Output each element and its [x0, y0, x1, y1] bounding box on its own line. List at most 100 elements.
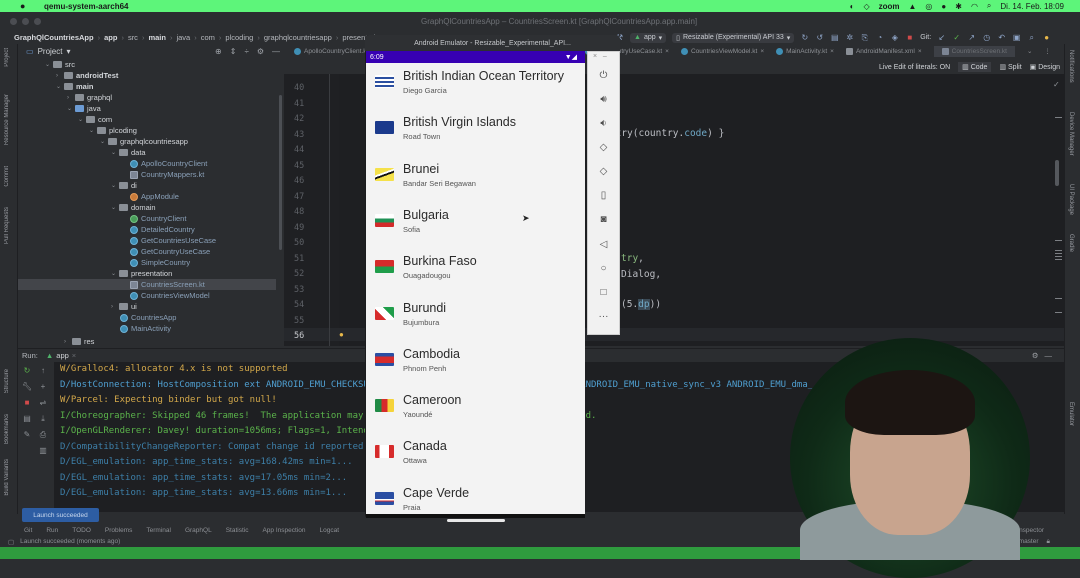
hide-icon[interactable]: —: [1045, 351, 1053, 360]
tree-item[interactable]: AppModule: [130, 191, 179, 202]
stripe-commit[interactable]: Commit: [4, 166, 10, 187]
code-line[interactable]: (5.dp)): [621, 299, 661, 310]
launch-toast[interactable]: Launch succeeded: [22, 508, 99, 522]
country-list-item[interactable]: Burkina Faso Ouagadougou: [366, 250, 585, 296]
breadcrumb-item[interactable]: plcoding: [225, 33, 253, 42]
git-commit-icon[interactable]: ✓: [952, 33, 961, 42]
tab-countries-screen[interactable]: CountriesScreen.kt: [933, 45, 1015, 57]
close-dot[interactable]: [10, 18, 17, 25]
minimize-dot[interactable]: [22, 18, 29, 25]
stop-icon[interactable]: ■: [22, 398, 32, 407]
rerun-icon[interactable]: ↻: [22, 366, 32, 375]
stripe-resource-manager[interactable]: Resource Manager: [4, 94, 10, 145]
down-icon[interactable]: +: [38, 382, 48, 391]
tree-item[interactable]: ⌄ java: [67, 103, 101, 114]
status-message[interactable]: Launch succeeded (moments ago): [20, 538, 120, 545]
rerun-icon[interactable]: ↻: [800, 33, 809, 42]
up-icon[interactable]: ↑: [38, 366, 48, 375]
country-list-item[interactable]: Cameroon Yaoundé: [366, 389, 585, 435]
design-mode-button[interactable]: ▣ Design: [1030, 63, 1060, 71]
gear-icon[interactable]: ⚙: [257, 47, 264, 56]
tree-item[interactable]: GetCountriesUseCase: [130, 235, 216, 246]
tree-item[interactable]: › androidTest: [56, 70, 118, 81]
print-icon[interactable]: ⎙: [38, 430, 48, 440]
breadcrumb-item[interactable]: src: [128, 33, 138, 42]
run-tab-app[interactable]: ▲ app ×: [46, 351, 76, 360]
collapse-all-icon[interactable]: ÷: [244, 47, 248, 56]
hide-icon[interactable]: —: [272, 47, 280, 56]
camera-icon[interactable]: ◙: [588, 214, 619, 225]
country-list-item[interactable]: Cape Verde Praia: [366, 482, 585, 514]
scroll-end-icon[interactable]: ⤓: [38, 414, 48, 424]
more-icon[interactable]: ···: [588, 311, 619, 322]
profile-icon[interactable]: ◔: [875, 33, 884, 42]
search-icon[interactable]: ⌕: [1027, 33, 1036, 42]
tree-item[interactable]: CountriesApp: [120, 312, 176, 323]
tab-apollo-country-client[interactable]: ApolloCountryClient.kt: [294, 47, 368, 55]
device-manager-icon[interactable]: ▣: [1012, 33, 1021, 42]
tree-item[interactable]: MainActivity: [120, 323, 171, 334]
stripe-build-variants[interactable]: Build Variants: [4, 459, 10, 496]
volume-down-icon[interactable]: 🔉︎: [588, 118, 619, 129]
wifi-icon[interactable]: ◠: [971, 2, 978, 11]
git-push-icon[interactable]: ↗: [967, 33, 976, 42]
tree-item[interactable]: DetailedCountry: [130, 224, 195, 235]
country-list-item[interactable]: Burundi Bujumbura: [366, 297, 585, 343]
tool-run[interactable]: Run: [46, 527, 58, 534]
tree-item[interactable]: CountryClient: [130, 213, 186, 224]
status-icon[interactable]: ●: [941, 2, 946, 11]
home-indicator[interactable]: [447, 519, 505, 522]
country-list-item[interactable]: British Indian Ocean Territory Diego Garc…: [366, 65, 585, 111]
tree-item[interactable]: SimpleCountry: [130, 257, 190, 268]
stripe-project[interactable]: Project: [4, 48, 10, 67]
chevron-down-icon[interactable]: ⌄: [1027, 47, 1032, 55]
tab-main-activity[interactable]: MainActivity.kt ×: [776, 47, 834, 55]
lightbulb-icon[interactable]: ●: [339, 330, 344, 339]
breadcrumb-item[interactable]: java: [176, 33, 190, 42]
attach-icon[interactable]: ⎘: [860, 33, 869, 42]
tree-item[interactable]: › ui: [111, 301, 137, 312]
coverage-icon[interactable]: ◈: [890, 33, 899, 42]
chevron-down-icon[interactable]: ▾: [66, 47, 70, 56]
tab-countries-view-model[interactable]: CountriesViewModel.kt ×: [680, 47, 764, 55]
country-list-item[interactable]: Cambodia Phnom Penh: [366, 343, 585, 389]
status-icon[interactable]: ▲: [908, 2, 916, 11]
close-icon[interactable]: × –: [588, 53, 619, 60]
gear-icon[interactable]: ⚙: [1032, 351, 1039, 360]
window-controls[interactable]: [10, 18, 41, 25]
code-line[interactable]: Dialog,: [621, 269, 661, 280]
menubar-app-name[interactable]: qemu-system-aarch64: [44, 2, 128, 11]
datetime[interactable]: Di. 14. Feb. 18:09: [1000, 2, 1064, 11]
zoom-menu-item[interactable]: zoom: [879, 2, 900, 11]
tool-git[interactable]: Git: [24, 527, 32, 534]
tool-app-inspection[interactable]: App Inspection: [262, 527, 305, 534]
stripe-gradle[interactable]: Gradle: [1068, 234, 1074, 252]
tree-scrollbar[interactable]: [279, 95, 282, 250]
close-icon[interactable]: ×: [72, 351, 76, 360]
volume-up-icon[interactable]: 🔊︎: [588, 94, 619, 105]
back-icon[interactable]: ◁: [588, 239, 619, 250]
tree-item[interactable]: ApolloCountryClient: [130, 158, 207, 169]
tool-terminal[interactable]: Terminal: [146, 527, 171, 534]
code-line[interactable]: try,: [621, 253, 644, 264]
tree-item-selected[interactable]: CountriesScreen.kt: [18, 279, 276, 290]
breadcrumb-item[interactable]: GraphQlCountriesApp: [14, 33, 94, 42]
overview-icon[interactable]: □: [588, 287, 619, 298]
tree-item[interactable]: ⌄ data: [111, 147, 146, 158]
status-icon[interactable]: ◎: [925, 2, 932, 11]
layout-icon[interactable]: ▤: [22, 414, 32, 423]
country-list-item[interactable]: Brunei Bandar Seri Begawan: [366, 158, 585, 204]
debug-icon[interactable]: ✲: [845, 33, 854, 42]
stripe-structure[interactable]: Structure: [4, 369, 10, 393]
apple-icon[interactable]: ●: [20, 1, 30, 11]
apply-changes-icon[interactable]: ↺: [815, 33, 824, 42]
stripe-ui-package[interactable]: UI Package: [1068, 184, 1074, 215]
tree-item[interactable]: CountryMappers.kt: [130, 169, 204, 180]
tab-android-manifest[interactable]: AndroidManifest.xml ×: [845, 47, 922, 55]
status-icon[interactable]: ◐: [850, 2, 855, 11]
sync-icon[interactable]: ▤: [830, 33, 839, 42]
rotate-left-icon[interactable]: ◇: [588, 142, 619, 153]
country-list-item[interactable]: Bulgaria Sofia: [366, 204, 585, 250]
tree-item[interactable]: ⌄ domain: [111, 202, 156, 213]
tool-todo[interactable]: TODO: [72, 527, 91, 534]
